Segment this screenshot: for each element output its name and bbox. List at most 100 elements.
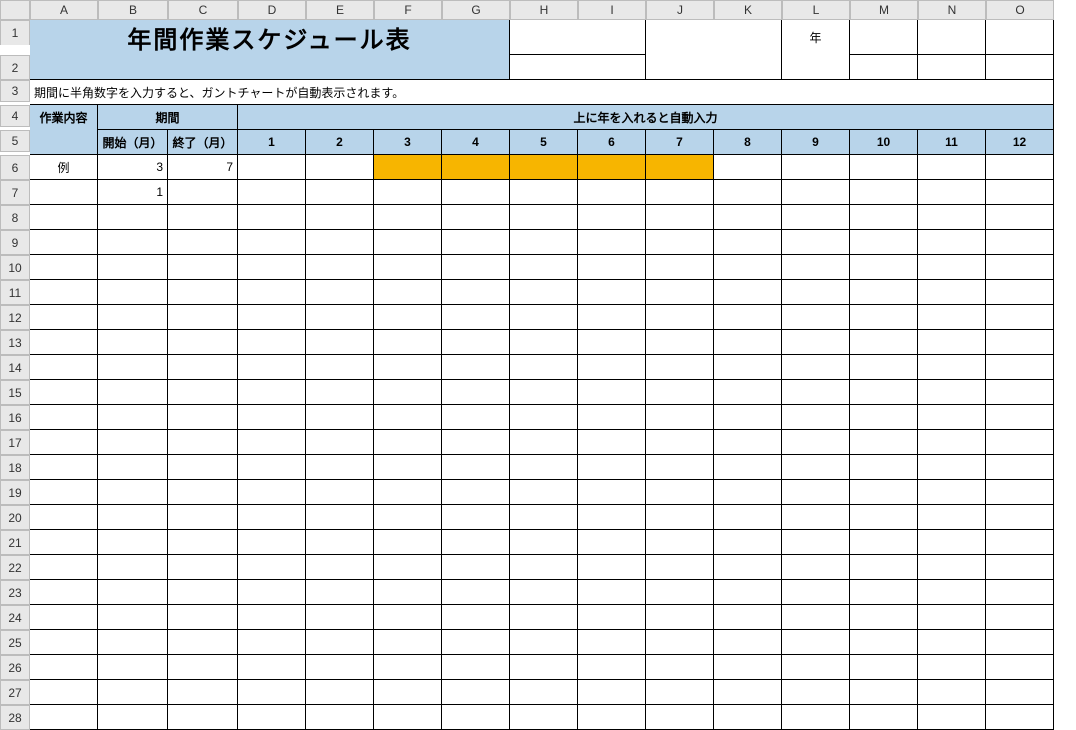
col-header-N[interactable]: N [918, 0, 986, 20]
cell[interactable] [442, 405, 510, 430]
cell[interactable] [168, 380, 238, 405]
cell[interactable] [238, 380, 306, 405]
cell[interactable] [30, 180, 98, 205]
cell[interactable] [646, 705, 714, 730]
cell[interactable] [646, 605, 714, 630]
cell[interactable] [306, 305, 374, 330]
cell[interactable] [714, 230, 782, 255]
cell[interactable] [646, 180, 714, 205]
month-header-8[interactable]: 8 [714, 130, 782, 155]
cell[interactable] [646, 480, 714, 505]
cell[interactable] [168, 355, 238, 380]
cell[interactable] [374, 705, 442, 730]
cell[interactable] [578, 680, 646, 705]
cell[interactable] [646, 505, 714, 530]
row-header-26[interactable]: 26 [0, 655, 30, 680]
cell[interactable] [986, 55, 1054, 80]
cell[interactable] [986, 555, 1054, 580]
cell[interactable] [578, 280, 646, 305]
cell[interactable] [986, 380, 1054, 405]
cell[interactable] [374, 480, 442, 505]
cell[interactable] [646, 405, 714, 430]
cell[interactable] [306, 630, 374, 655]
row-header-9[interactable]: 9 [0, 230, 30, 255]
cell[interactable] [442, 380, 510, 405]
cell[interactable] [986, 505, 1054, 530]
cell[interactable] [918, 355, 986, 380]
cell[interactable] [782, 280, 850, 305]
gantt-cell-filled[interactable] [374, 155, 442, 180]
cell[interactable] [714, 255, 782, 280]
cell[interactable] [374, 205, 442, 230]
cell[interactable] [510, 705, 578, 730]
cell[interactable] [782, 480, 850, 505]
cell[interactable] [578, 205, 646, 230]
month-header-7[interactable]: 7 [646, 130, 714, 155]
cell[interactable] [578, 330, 646, 355]
cell[interactable] [306, 605, 374, 630]
row-header-5[interactable]: 5 [0, 130, 30, 152]
start-header[interactable]: 開始（月） [98, 130, 168, 155]
cell[interactable] [986, 20, 1054, 55]
row-header-6[interactable]: 6 [0, 155, 30, 180]
period-header[interactable]: 期間 [98, 105, 238, 130]
cell[interactable] [30, 405, 98, 430]
month-header-6[interactable]: 6 [578, 130, 646, 155]
cell[interactable] [510, 530, 578, 555]
cell[interactable] [374, 305, 442, 330]
cell[interactable] [850, 20, 918, 55]
row-header-11[interactable]: 11 [0, 280, 30, 305]
col-header-H[interactable]: H [510, 0, 578, 20]
cell[interactable] [168, 430, 238, 455]
cell[interactable] [442, 330, 510, 355]
cell[interactable] [510, 20, 646, 55]
cell[interactable] [578, 480, 646, 505]
cell[interactable] [510, 255, 578, 280]
cell[interactable] [442, 705, 510, 730]
cell[interactable] [306, 705, 374, 730]
cell[interactable] [850, 555, 918, 580]
cell[interactable] [510, 630, 578, 655]
cell[interactable] [782, 205, 850, 230]
cell[interactable] [442, 655, 510, 680]
row-header-1[interactable]: 1 [0, 20, 30, 45]
row-header-14[interactable]: 14 [0, 355, 30, 380]
cell[interactable] [850, 480, 918, 505]
cell[interactable] [986, 580, 1054, 605]
cell[interactable] [782, 355, 850, 380]
cell[interactable] [918, 680, 986, 705]
row-header-12[interactable]: 12 [0, 305, 30, 330]
cell[interactable] [30, 455, 98, 480]
cell[interactable] [646, 305, 714, 330]
cell[interactable] [442, 555, 510, 580]
cell[interactable] [714, 655, 782, 680]
cell[interactable] [306, 255, 374, 280]
cell[interactable] [238, 455, 306, 480]
cell[interactable] [782, 455, 850, 480]
cell[interactable] [30, 530, 98, 555]
cell[interactable] [168, 605, 238, 630]
row-header-15[interactable]: 15 [0, 380, 30, 405]
cell[interactable] [510, 555, 578, 580]
cell[interactable] [646, 555, 714, 580]
cell[interactable] [30, 580, 98, 605]
cell[interactable] [374, 605, 442, 630]
cell[interactable] [850, 230, 918, 255]
cell[interactable] [986, 455, 1054, 480]
month-header-10[interactable]: 10 [850, 130, 918, 155]
cell[interactable] [98, 480, 168, 505]
task-header[interactable]: 作業内容 [30, 105, 98, 130]
cell[interactable] [98, 655, 168, 680]
cell[interactable] [714, 630, 782, 655]
cell[interactable] [714, 280, 782, 305]
cell[interactable] [986, 680, 1054, 705]
row-header-4[interactable]: 4 [0, 105, 30, 127]
cell[interactable] [510, 55, 646, 80]
cell[interactable] [918, 205, 986, 230]
cell[interactable] [374, 380, 442, 405]
cell[interactable] [782, 630, 850, 655]
cell[interactable] [306, 555, 374, 580]
cell[interactable] [98, 255, 168, 280]
cell[interactable] [578, 455, 646, 480]
month-header-2[interactable]: 2 [306, 130, 374, 155]
